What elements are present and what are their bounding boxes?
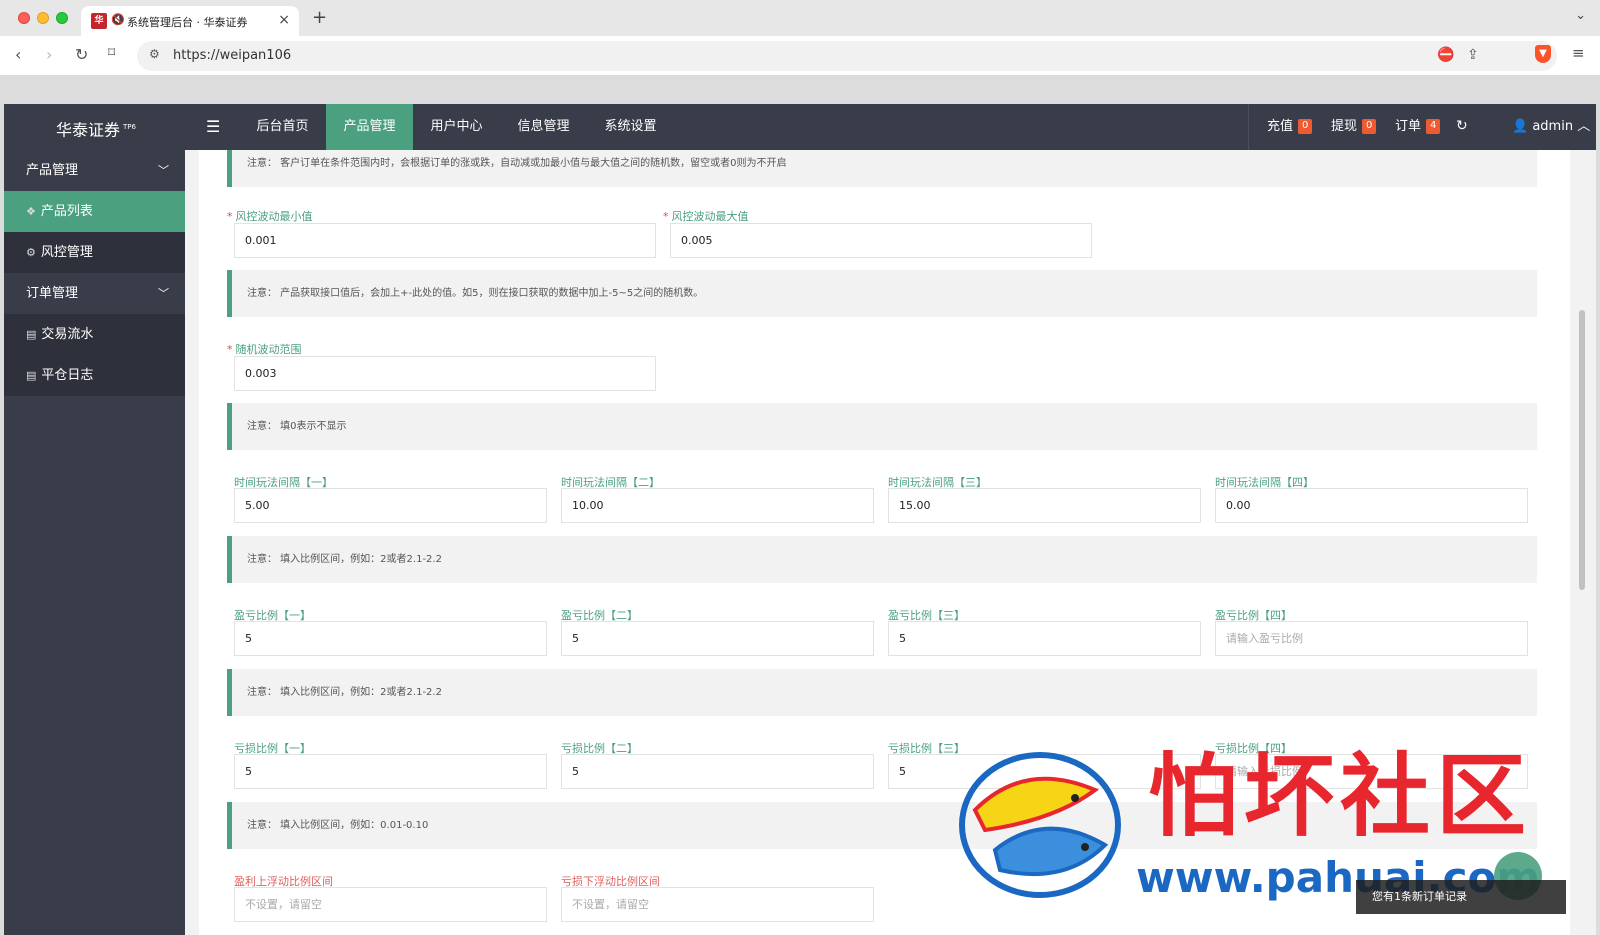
sidebar-item-label: 产品列表	[40, 204, 93, 219]
watermark-fish-logo-icon	[959, 752, 1121, 898]
close-window-button[interactable]	[18, 12, 30, 24]
user-icon: 👤	[1512, 119, 1529, 134]
logo-text: 华泰证券	[56, 120, 121, 140]
note-loss: 注意： 填入比例区间，例如：2或者2.1-2.2	[227, 669, 1537, 716]
content-scrollbar[interactable]	[1576, 150, 1590, 935]
notification-toast[interactable]: 您有1条新订单记录	[1356, 880, 1566, 914]
risk-min-label: * 风控波动最小值	[227, 210, 313, 223]
profit-4-input[interactable]: 请输入盈亏比例	[1215, 621, 1528, 656]
address-bar[interactable]: ⚙ https://weipan106 ⛔ ⇪	[137, 41, 1557, 71]
float-down-input[interactable]: 不设置，请留空	[561, 887, 874, 922]
interval-4-input[interactable]: 0.00	[1215, 488, 1528, 523]
interval-3-input[interactable]: 15.00	[888, 488, 1201, 523]
browser-menu-icon[interactable]: ≡	[1572, 44, 1585, 62]
withdraw-label: 提现	[1331, 119, 1358, 134]
maximize-window-button[interactable]	[56, 12, 68, 24]
random-label: * 随机波动范围	[227, 343, 302, 356]
browser-titlebar: 华 🔇 系统管理后台 · 华泰证券 × + ⌄	[0, 0, 1600, 36]
sidebar-item-trades[interactable]: ▤ 交易流水	[4, 314, 185, 355]
gear-icon: ⚙	[26, 246, 36, 259]
scrollbar-thumb[interactable]	[1579, 310, 1585, 590]
top-navbar: 华泰证券 TP6 ☰ 后台首页 产品管理 用户中心 信息管理 系统设置 充值 0 提…	[4, 104, 1596, 150]
random-input[interactable]: 0.003	[234, 356, 656, 391]
profit-2-input[interactable]: 5	[561, 621, 874, 656]
chevron-down-icon: ﹀	[158, 164, 169, 177]
note-random: 注意： 产品获取接口值后，会加上+-此处的值。如5，则在接口获取的数据中加上-5…	[227, 270, 1537, 317]
url-text[interactable]: https://weipan106	[173, 48, 291, 63]
forward-icon[interactable]: ›	[46, 45, 52, 64]
note-risk: 注意： 客户订单在条件范围内时，会根据订单的涨或跌，自动减或加最小值与最大值之间…	[227, 150, 1537, 187]
sidebar-group-label: 订单管理	[26, 286, 79, 301]
right-nav-divider	[1248, 104, 1249, 150]
risk-max-label: * 风控波动最大值	[663, 210, 749, 223]
withdraw-badge: 0	[1362, 119, 1377, 134]
risk-max-label-text: 风控波动最大值	[671, 210, 749, 223]
withdraw-link[interactable]: 提现 0	[1331, 104, 1377, 150]
sidebar-group-products[interactable]: 产品管理 ﹀	[4, 150, 185, 191]
loss-2-input[interactable]: 5	[561, 754, 874, 789]
new-tab-icon[interactable]: +	[312, 7, 327, 28]
interval-1-input[interactable]: 5.00	[234, 488, 547, 523]
browser-toolbar: ‹ › ↻ ⌑ ⚙ https://weipan106 ⛔ ⇪ ▼ ≡	[0, 36, 1600, 76]
site-settings-icon[interactable]: ⚙	[149, 47, 160, 61]
sidebar-item-risk[interactable]: ⚙ 风控管理	[4, 232, 185, 273]
menu-toggle-icon[interactable]: ☰	[206, 117, 220, 136]
chevron-up-icon: ︿	[1577, 119, 1591, 134]
tab-title: 系统管理后台 · 华泰证券	[127, 16, 248, 29]
nav-products[interactable]: 产品管理	[326, 104, 413, 150]
sidebar-group-label: 产品管理	[26, 163, 79, 178]
random-label-text: 随机波动范围	[235, 343, 302, 356]
loss-1-input[interactable]: 5	[234, 754, 547, 789]
watermark-title: 怕坏社区	[1148, 743, 1532, 849]
layers-icon: ❖	[26, 205, 36, 218]
risk-min-input[interactable]: 0.001	[234, 223, 656, 258]
sidebar-item-label: 平仓日志	[41, 368, 94, 383]
doc-icon: ▤	[26, 369, 37, 382]
favicon-icon: 华	[91, 13, 107, 29]
sidebar: 产品管理 ﹀ ❖ 产品列表 ⚙ 风控管理 订单管理 ﹀ ▤ 交易流水 ▤ 平仓日志	[4, 150, 185, 935]
risk-max-input[interactable]: 0.005	[670, 223, 1092, 258]
tab-close-icon[interactable]: ×	[278, 12, 290, 28]
profit-1-input[interactable]: 5	[234, 621, 547, 656]
note-interval: 注意： 填0表示不显示	[227, 403, 1537, 450]
nav-users[interactable]: 用户中心	[413, 104, 500, 150]
brave-shield-icon[interactable]: ▼	[1535, 45, 1551, 63]
browser-tab[interactable]: 华 🔇 系统管理后台 · 华泰证券 ×	[81, 6, 299, 36]
nav-settings[interactable]: 系统设置	[587, 104, 674, 150]
username: admin	[1532, 119, 1574, 134]
nav-info[interactable]: 信息管理	[500, 104, 587, 150]
logo: 华泰证券 TP6	[4, 104, 188, 150]
profit-3-input[interactable]: 5	[888, 621, 1201, 656]
user-menu[interactable]: 👤 admin ︿	[1512, 104, 1590, 150]
sidebar-item-label: 风控管理	[40, 245, 93, 260]
sidebar-item-label: 交易流水	[41, 327, 94, 342]
note-profit: 注意： 填入比例区间，例如：2或者2.1-2.2	[227, 536, 1537, 583]
recharge-link[interactable]: 充值 0	[1267, 104, 1313, 150]
reload-icon[interactable]: ↻	[75, 45, 88, 64]
chevron-down-icon: ﹀	[158, 287, 169, 300]
nav-home[interactable]: 后台首页	[239, 104, 326, 150]
recharge-label: 充值	[1267, 119, 1294, 134]
back-icon[interactable]: ‹	[15, 45, 21, 64]
float-up-input[interactable]: 不设置，请留空	[234, 887, 547, 922]
order-link[interactable]: 订单 4	[1395, 104, 1441, 150]
interval-2-input[interactable]: 10.00	[561, 488, 874, 523]
risk-min-label-text: 风控波动最小值	[235, 210, 313, 223]
order-badge: 4	[1426, 119, 1441, 134]
tab-list-chevron-icon[interactable]: ⌄	[1575, 8, 1586, 23]
minimize-window-button[interactable]	[37, 12, 49, 24]
share-icon[interactable]: ⇪	[1467, 47, 1479, 63]
recharge-badge: 0	[1298, 119, 1313, 134]
translate-icon[interactable]: ⛔	[1437, 47, 1454, 63]
bookmark-icon[interactable]: ⌑	[108, 45, 115, 61]
sidebar-item-close-log[interactable]: ▤ 平仓日志	[4, 355, 185, 396]
order-label: 订单	[1395, 119, 1422, 134]
mute-icon[interactable]: 🔇	[111, 13, 125, 26]
sidebar-group-orders[interactable]: 订单管理 ﹀	[4, 273, 185, 314]
sidebar-item-product-list[interactable]: ❖ 产品列表	[4, 191, 185, 232]
doc-icon: ▤	[26, 328, 37, 341]
logo-sup: TP6	[123, 123, 136, 131]
refresh-icon[interactable]: ↻	[1456, 118, 1468, 134]
